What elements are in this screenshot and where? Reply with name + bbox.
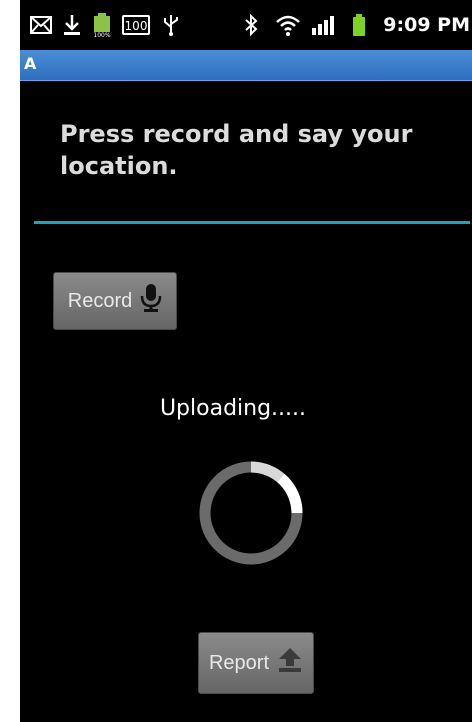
bluetooth-icon (242, 12, 260, 38)
svg-text:100%: 100% (93, 32, 110, 38)
status-bar: 100% 100 9:09 PM (20, 0, 472, 50)
mail-icon (28, 12, 54, 38)
battery-100-icon: 100% (90, 12, 114, 38)
report-button[interactable]: Report (198, 632, 314, 694)
badge-100-icon: 100 (120, 12, 152, 38)
svg-text:100: 100 (125, 19, 148, 33)
progress-spinner (196, 458, 306, 568)
divider (34, 221, 470, 224)
app-title: A (24, 54, 37, 73)
upload-status: Uploading..... (159, 396, 307, 421)
signal-icon (310, 12, 336, 38)
prompt-text: Press record and say your location. (60, 120, 413, 180)
microphone-icon (140, 283, 162, 319)
wifi-icon (274, 12, 302, 38)
record-button-label: Record (67, 289, 133, 312)
usb-icon (160, 12, 182, 38)
title-bar: A (20, 50, 472, 81)
download-icon (62, 12, 82, 38)
clock: 9:09 PM (383, 14, 470, 36)
battery-icon (350, 12, 368, 38)
phone-screen: 100% 100 9:09 PM A Press record and say … (20, 0, 472, 722)
report-button-label: Report (208, 651, 270, 674)
record-button[interactable]: Record (53, 272, 177, 330)
upload-icon (277, 646, 303, 680)
